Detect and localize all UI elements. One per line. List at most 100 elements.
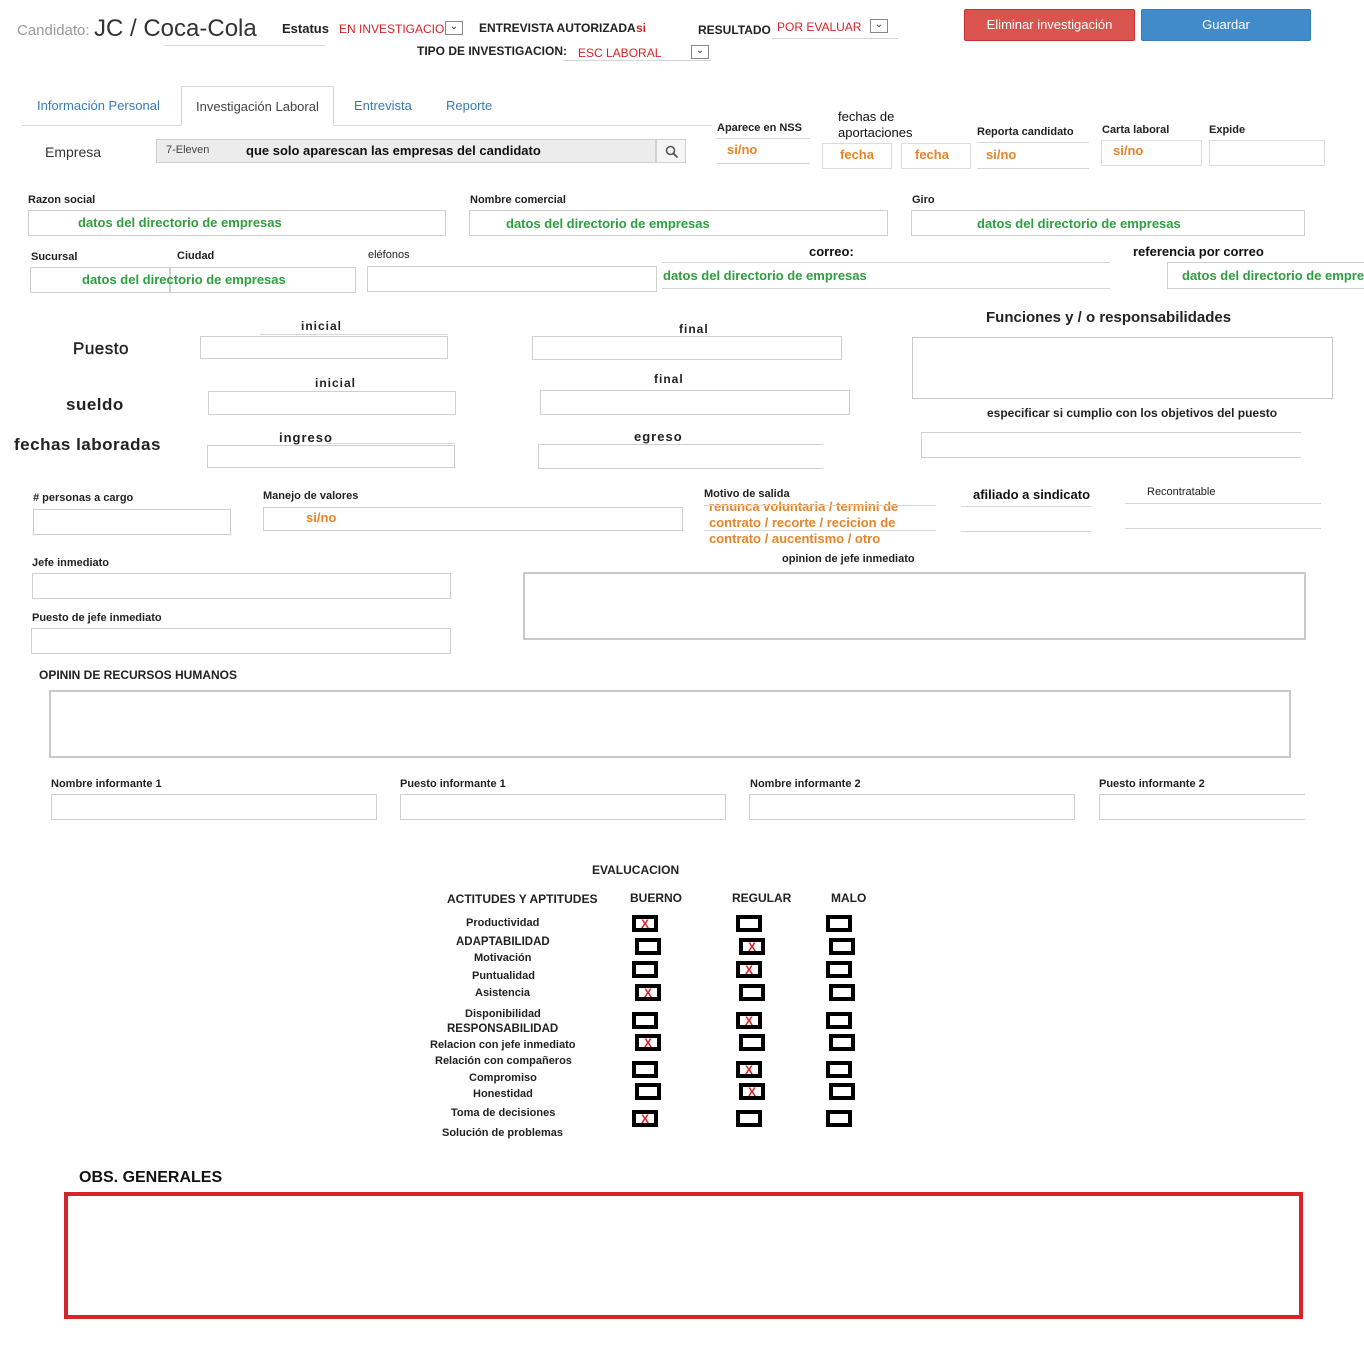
funciones-label: Funciones y / o responsabilidades [986,309,1232,326]
referencia-label: referencia por correo [1133,244,1264,259]
evaluation-row-label: Relacion con jefe inmediato [430,1039,576,1051]
recontratable-label: Recontratable [1147,486,1216,498]
delete-investigation-button[interactable]: Eliminar investigación [964,9,1135,41]
evaluation-checkbox-good[interactable]: X [632,915,658,932]
result-value[interactable]: POR EVALUAR [777,20,861,34]
evaluation-checkbox-regular[interactable]: X [736,1012,762,1029]
investigation-type-value[interactable]: ESC LABORAL [578,46,661,60]
carta-field[interactable] [1101,140,1202,166]
tab-investigacion-laboral[interactable]: Investigación Laboral [181,86,334,126]
egreso-label: egreso [634,429,683,444]
sueldo-inicial-field[interactable] [208,391,456,415]
evaluation-checkbox-good[interactable]: X [632,1110,658,1127]
empresa-value: 7-Eleven [166,144,210,156]
evaluation-checkbox-good[interactable] [632,1061,658,1078]
search-icon [665,145,679,159]
evaluation-checkbox-bad[interactable] [829,984,855,1001]
evaluation-checkbox-regular[interactable] [736,915,762,932]
nombre-comercial-label: Nombre comercial [470,194,566,206]
evaluation-checkbox-bad[interactable] [826,961,852,978]
interview-value[interactable]: si [636,21,646,35]
result-underline [772,38,898,39]
expide-field[interactable] [1209,140,1325,166]
informante1-field[interactable] [51,794,377,820]
tab-informacion-personal[interactable]: Información Personal [37,86,160,126]
egreso-field[interactable] [538,444,823,469]
status-dropdown[interactable]: ⌄ [445,21,463,35]
investigation-type-underline [563,60,711,61]
fecha1-field[interactable] [822,143,892,169]
motivo-line-2 [704,530,936,531]
obs-field[interactable] [64,1192,1303,1319]
evaluation-row-label: Relación con compañeros [435,1055,572,1067]
opinion-rh-field[interactable] [49,690,1291,758]
correo-value[interactable]: datos del directorio de empresas [663,268,867,283]
puesto-inf2-field[interactable] [1099,794,1305,820]
evaluation-checkbox-regular[interactable]: X [739,938,765,955]
tab-entrevista[interactable]: Entrevista [354,86,412,126]
fechas-heading: fechas laboradas [14,435,161,454]
evaluation-checkbox-bad[interactable] [829,1034,855,1051]
telefonos-field[interactable] [367,266,657,292]
evaluation-checkbox-regular[interactable] [739,1034,765,1051]
evaluation-checkbox-regular[interactable]: X [739,1083,765,1100]
evaluation-checkbox-good[interactable] [635,1083,661,1100]
puesto-inf1-field[interactable] [400,794,726,820]
puesto-jefe-field[interactable] [31,628,451,654]
candidate-label: Candidato: [17,22,90,39]
puesto-final-field[interactable] [532,336,842,360]
objetivos-field[interactable] [921,432,1301,458]
evaluation-checkbox-regular[interactable]: X [736,961,762,978]
empresa-search-button[interactable] [656,139,686,163]
investigation-type-dropdown[interactable]: ⌄ [691,45,709,59]
informante2-field[interactable] [749,794,1075,820]
evaluation-checkbox-good[interactable] [635,938,661,955]
opinion-jefe-label: opinion de jefe inmediato [782,553,915,565]
funciones-field[interactable] [912,337,1333,399]
empresa-search-field[interactable]: 7-Eleven que solo aparescan las empresas… [156,139,656,163]
valores-label: Manejo de valores [263,490,359,502]
evaluation-checkbox-good[interactable] [632,1012,658,1029]
evaluation-checkbox-bad[interactable] [826,1061,852,1078]
evaluation-checkbox-regular[interactable] [736,1110,762,1127]
nss-underline [717,163,810,164]
tab-reporte[interactable]: Reporte [446,86,492,126]
puesto-inicial-line [260,334,448,335]
fecha2-field[interactable] [901,143,971,169]
informante2-label: Nombre informante 2 [750,778,861,790]
puesto-inicial-label: inicial [301,319,343,333]
status-value[interactable]: EN INVESTIGACION [339,22,453,36]
evaluation-checkbox-bad[interactable] [829,938,855,955]
evaluation-checkbox-bad[interactable] [826,1012,852,1029]
evaluation-checkbox-regular[interactable] [739,984,765,1001]
motivo-value[interactable]: renunca voluntaria / termini de contrato… [709,499,919,547]
reporta-value[interactable]: si/no [986,147,1016,162]
jefe-field[interactable] [32,573,451,599]
personas-field[interactable] [33,509,231,535]
evaluation-checkbox-bad[interactable] [826,1110,852,1127]
aportaciones-label: fechas de aportaciones [838,109,913,140]
correo-label: correo: [809,244,854,259]
evaluation-checkbox-regular[interactable]: X [736,1061,762,1078]
telefonos-label: eléfonos [368,249,410,261]
evaluation-title: EVALUCACION [592,863,680,877]
sueldo-final-field[interactable] [540,390,850,415]
evaluation-checkbox-bad[interactable] [826,915,852,932]
evaluation-checkbox-good[interactable] [632,961,658,978]
result-dropdown[interactable]: ⌄ [870,19,888,33]
nss-value[interactable]: si/no [727,142,757,157]
ingreso-field[interactable] [207,445,455,468]
opinion-jefe-field[interactable] [523,572,1306,640]
evaluation-row-label: RESPONSABILIDAD [447,1023,559,1035]
evaluation-checkbox-good[interactable]: X [635,1034,661,1051]
sindicato-label: afiliado a sindicato [973,487,1091,502]
evaluation-row-label: Puntualidad [472,970,535,982]
sucursal-label: Sucursal [31,251,78,263]
candidate-name: JC / Coca-Cola [94,15,257,42]
evaluation-checkbox-good[interactable]: X [635,984,661,1001]
ingreso-line [327,443,455,444]
save-button[interactable]: Guardar [1141,9,1311,41]
puesto-inicial-field[interactable] [200,336,448,359]
carta-label: Carta laboral [1102,124,1170,136]
evaluation-checkbox-bad[interactable] [829,1083,855,1100]
